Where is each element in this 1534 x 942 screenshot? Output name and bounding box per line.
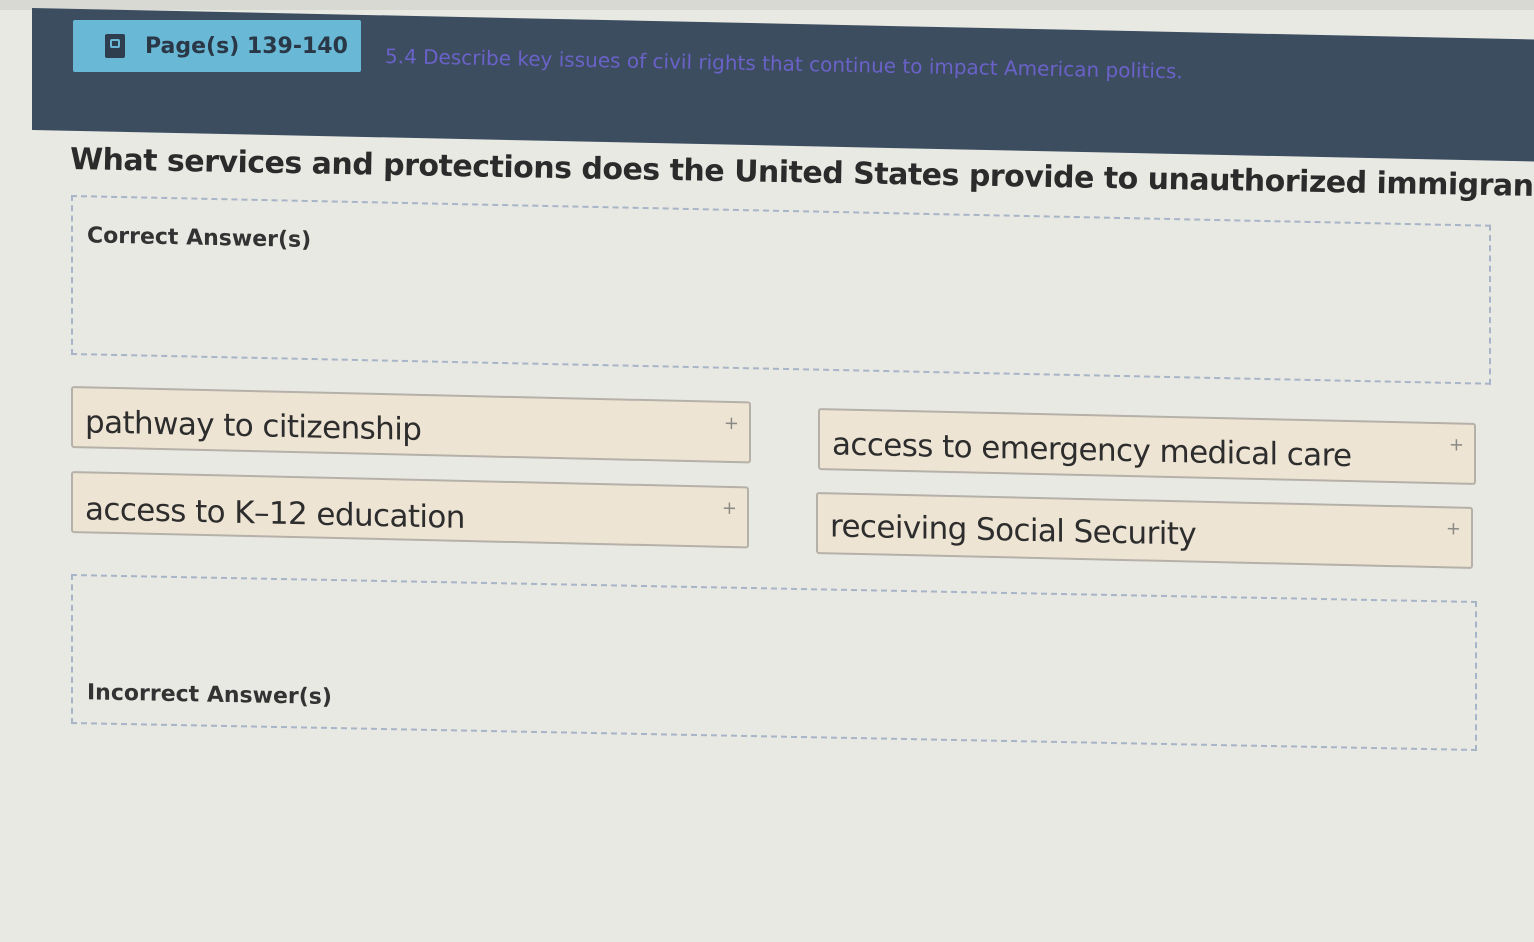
plus-icon: + bbox=[1448, 434, 1464, 456]
correct-answers-drop-zone[interactable]: Correct Answer(s) bbox=[71, 195, 1491, 385]
answer-tile-emergency-medical-care[interactable]: access to emergency medical care + bbox=[818, 408, 1476, 485]
plus-icon: + bbox=[1445, 518, 1461, 540]
answer-tile-k12-education[interactable]: access to K–12 education + bbox=[71, 471, 749, 549]
answer-tile-label: access to emergency medical care bbox=[832, 426, 1352, 475]
plus-icon: + bbox=[721, 497, 737, 520]
page-reference-label: Page(s) 139-140 bbox=[145, 33, 348, 59]
top-strip bbox=[0, 0, 1534, 10]
plus-icon: + bbox=[723, 412, 739, 435]
correct-answers-label: Correct Answer(s) bbox=[87, 223, 312, 254]
page-reference-badge[interactable]: Page(s) 139-140 bbox=[73, 20, 361, 72]
answer-tile-label: pathway to citizenship bbox=[85, 404, 422, 448]
answer-tile-label: access to K–12 education bbox=[85, 491, 465, 536]
answer-tile-label: receiving Social Security bbox=[830, 508, 1197, 553]
incorrect-answers-label: Incorrect Answer(s) bbox=[87, 680, 332, 711]
book-icon bbox=[105, 34, 125, 58]
incorrect-answers-drop-zone[interactable]: Incorrect Answer(s) bbox=[71, 574, 1477, 751]
answer-tile-pathway-to-citizenship[interactable]: pathway to citizenship + bbox=[71, 386, 751, 464]
answer-tile-social-security[interactable]: receiving Social Security + bbox=[816, 492, 1473, 569]
